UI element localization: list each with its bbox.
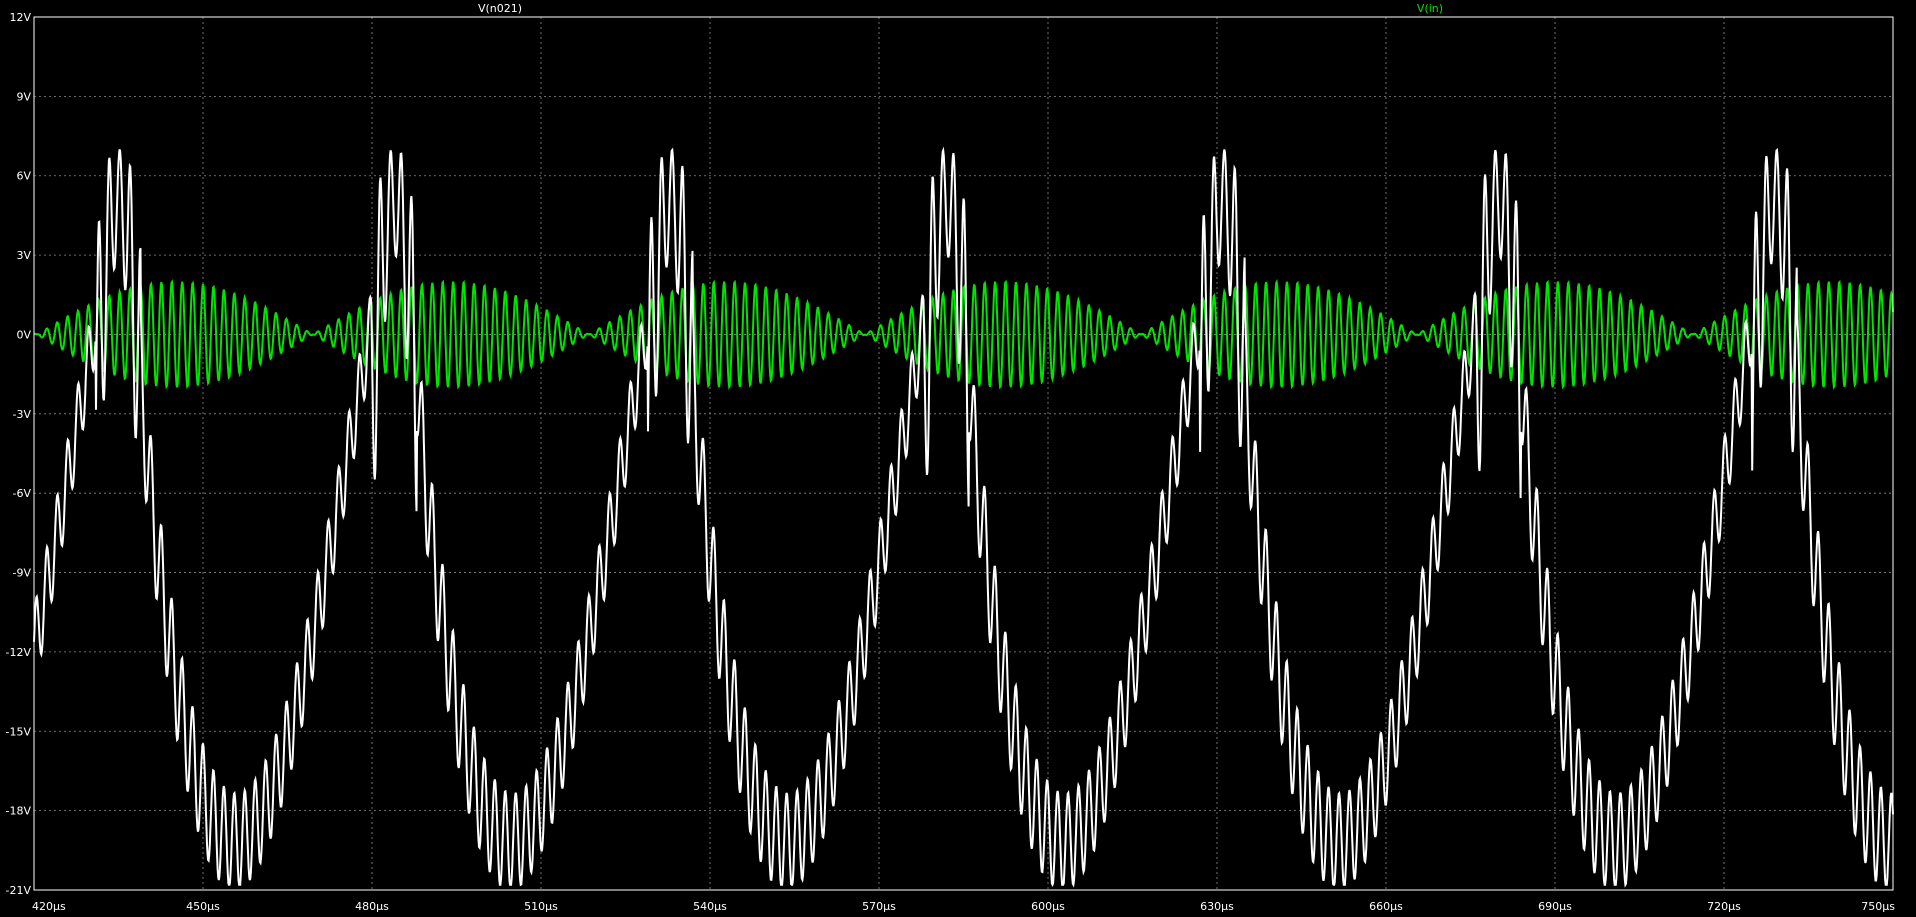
x-tick-label: 480µs — [355, 900, 389, 913]
y-tick-label: -15V — [6, 725, 32, 738]
y-tick-label: 6V — [16, 170, 31, 183]
x-tick-label: 690µs — [1538, 900, 1572, 913]
x-tick-label: 450µs — [186, 900, 220, 913]
y-tick-label: 0V — [16, 328, 31, 341]
y-tick-label: 3V — [16, 249, 31, 262]
x-tick-label: 630µs — [1200, 900, 1234, 913]
y-tick-label: -12V — [6, 646, 32, 659]
waveform-plot[interactable]: 12V 9V 6V 3V 0V -3V -6V -9V -12V -15V -18V -21V 420… — [0, 0, 1916, 917]
x-tick-label: 720µs — [1707, 900, 1741, 913]
trace-label-v-in[interactable]: V(in) — [1417, 2, 1443, 15]
y-tick-label: -21V — [6, 884, 32, 897]
x-tick-label: 570µs — [862, 900, 896, 913]
x-tick-label: 600µs — [1031, 900, 1065, 913]
y-tick-label: -3V — [13, 408, 32, 421]
x-tick-label: 750µs — [1861, 900, 1895, 913]
x-tick-label: 420µs — [32, 900, 66, 913]
y-tick-label: 9V — [16, 90, 31, 103]
plot-background — [0, 0, 1916, 917]
y-tick-label: -6V — [13, 487, 32, 500]
y-tick-label: 12V — [9, 11, 31, 24]
x-tick-label: 510µs — [524, 900, 558, 913]
x-tick-label: 540µs — [693, 900, 727, 913]
y-tick-label: -18V — [6, 805, 32, 818]
x-tick-label: 660µs — [1369, 900, 1403, 913]
trace-label-v-n021[interactable]: V(n021) — [478, 2, 522, 15]
y-tick-label: -9V — [13, 567, 32, 580]
